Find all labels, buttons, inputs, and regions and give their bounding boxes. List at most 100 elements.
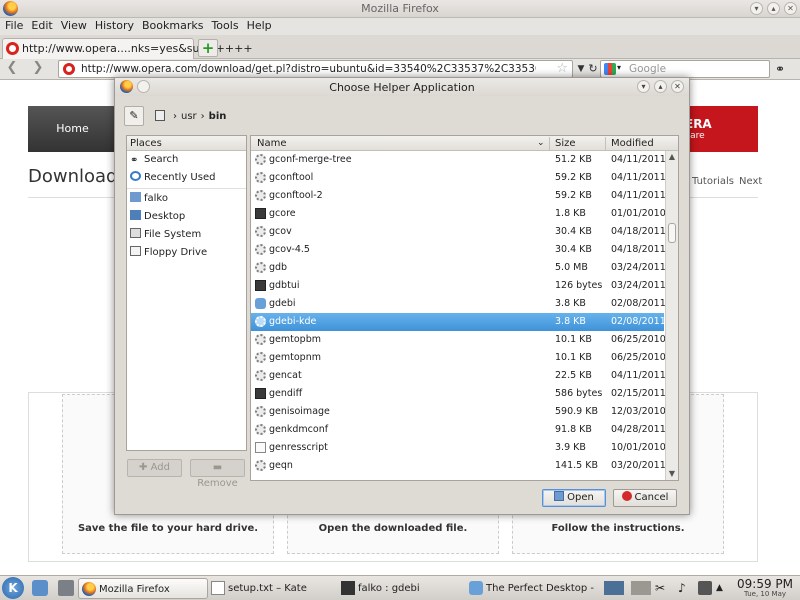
step-text: Save the file to your hard drive. [77, 523, 259, 534]
file-row[interactable]: genkdmconf 91.8 KB 04/28/2011 [251, 421, 666, 439]
search-engine-dropdown-icon[interactable]: ▾ [617, 63, 621, 72]
executable-gear-icon [255, 190, 266, 201]
file-row[interactable]: gemtopnm 10.1 KB 06/25/2010 [251, 349, 666, 367]
menu-file[interactable]: File [1, 18, 27, 32]
show-desktop-icon[interactable] [58, 580, 74, 596]
pager-icon[interactable] [631, 581, 651, 595]
bookmark-star-icon[interactable]: ☆ [556, 61, 568, 76]
column-name[interactable]: Name [257, 136, 287, 151]
forward-arrow-icon[interactable]: ❯ [29, 61, 47, 77]
new-tab-button[interactable]: + [198, 39, 218, 57]
file-list-scrollbar[interactable]: ▲ ▼ [665, 151, 678, 480]
file-row[interactable]: gcore 1.8 KB 01/01/2010 [251, 205, 666, 223]
menu-view[interactable]: View [57, 18, 91, 32]
file-row[interactable]: gdbtui 126 bytes 03/24/2011 [251, 277, 666, 295]
task-kate[interactable]: setup.txt – Kate [208, 578, 336, 599]
file-row[interactable]: gdebi-kde 3.8 KB 02/08/2011 [251, 313, 666, 331]
file-name: gemtopnm [269, 352, 321, 363]
menu-edit[interactable]: Edit [27, 18, 56, 32]
minimize-icon[interactable]: ▾ [750, 2, 763, 15]
remove-place-button[interactable]: ▬ Remove [190, 459, 245, 489]
tab-opera-download[interactable]: http://www.opera....nks=yes&sub=++++ [2, 38, 253, 59]
place-home[interactable]: falko [127, 190, 246, 208]
taskbar: K Mozilla Firefox setup.txt – Kate falko… [0, 575, 800, 600]
file-row[interactable]: gconf-merge-tree 51.2 KB 04/11/2011 [251, 151, 666, 169]
column-size[interactable]: Size [555, 136, 576, 151]
search-icon: ⚭ [130, 155, 139, 166]
folder-icon [554, 491, 565, 501]
column-modified[interactable]: Modified [611, 136, 654, 151]
task-terminal[interactable]: falko : gdebi [338, 578, 466, 599]
site-home-link[interactable]: Home [28, 106, 118, 152]
dialog-close-icon[interactable]: ✕ [671, 80, 684, 93]
place-recently-used[interactable]: Recently Used [127, 169, 246, 187]
task-perfect-desktop[interactable]: The Perfect Desktop - [466, 578, 596, 599]
file-name: gconftool-2 [269, 190, 323, 201]
link-tutorials[interactable]: Tutorials [692, 176, 734, 187]
link-next[interactable]: Next [739, 176, 762, 187]
maximize-icon[interactable]: ▴ [767, 2, 780, 15]
place-floppy-drive[interactable]: Floppy Drive [127, 244, 246, 262]
kde-menu-icon[interactable]: K [2, 577, 24, 599]
terminal-icon [341, 581, 355, 595]
search-go-icon[interactable]: ⚭ [775, 62, 785, 76]
file-row[interactable]: gdebi 3.8 KB 02/08/2011 [251, 295, 666, 313]
dialog-minimize-icon[interactable]: ▾ [637, 80, 650, 93]
file-modified: 04/18/2011 [611, 226, 666, 237]
scissors-icon[interactable]: ✂ [655, 581, 669, 595]
breadcrumb-bin[interactable]: bin [209, 111, 227, 122]
file-row[interactable]: gconftool-2 59.2 KB 04/11/2011 [251, 187, 666, 205]
volume-icon[interactable]: ♪ [678, 581, 692, 595]
network-icon[interactable] [698, 581, 712, 595]
file-row[interactable]: genisoimage 590.9 KB 12/03/2010 [251, 403, 666, 421]
places-header[interactable]: Places [127, 136, 246, 151]
file-name: gconf-merge-tree [269, 154, 352, 165]
file-row[interactable]: gemtopbm 10.1 KB 06/25/2010 [251, 331, 666, 349]
menu-tools[interactable]: Tools [207, 18, 242, 32]
cancel-button[interactable]: Cancel [613, 489, 677, 507]
drive-icon[interactable] [155, 110, 165, 121]
file-row[interactable]: gendiff 586 bytes 02/15/2011 [251, 385, 666, 403]
pager-icon[interactable] [604, 581, 624, 595]
sort-arrow-icon[interactable]: ⌄ [537, 136, 545, 151]
url-text[interactable]: http://www.opera.com/download/get.pl?dis… [81, 63, 536, 75]
file-row[interactable]: gcov 30.4 KB 04/18/2011 [251, 223, 666, 241]
file-modified: 04/18/2011 [611, 244, 666, 255]
search-box[interactable]: ▾ Google [600, 60, 770, 78]
scroll-down-icon[interactable]: ▼ [666, 468, 678, 480]
scrollbar-thumb[interactable] [668, 223, 676, 243]
file-size: 1.8 KB [555, 208, 586, 219]
file-row[interactable]: gconftool 59.2 KB 04/11/2011 [251, 169, 666, 187]
breadcrumb-usr[interactable]: usr [181, 111, 197, 122]
back-arrow-icon[interactable]: ❮ [3, 61, 21, 77]
file-row[interactable]: geqn 141.5 KB 03/20/2011 [251, 457, 666, 475]
place-file-system[interactable]: File System [127, 226, 246, 244]
file-row[interactable]: gcov-4.5 30.4 KB 04/18/2011 [251, 241, 666, 259]
tray-expand-icon[interactable]: ▲ [716, 581, 730, 595]
file-row[interactable]: gencat 22.5 KB 04/11/2011 [251, 367, 666, 385]
scroll-up-icon[interactable]: ▲ [666, 151, 678, 163]
clock[interactable]: 09:59 PM Tue, 10 May [735, 577, 795, 598]
activity-manager-icon[interactable] [32, 580, 48, 596]
file-name: gcore [269, 208, 296, 219]
task-firefox[interactable]: Mozilla Firefox [78, 578, 208, 599]
menu-help[interactable]: Help [243, 18, 276, 32]
file-list-header: Name ⌄ Size Modified [251, 136, 678, 151]
file-row[interactable]: gdb 5.0 MB 03/24/2011 [251, 259, 666, 277]
file-name: gdebi [269, 298, 296, 309]
dialog-maximize-icon[interactable]: ▴ [654, 80, 667, 93]
edit-location-button[interactable]: ✎ [124, 106, 144, 126]
file-size: 3.8 KB [555, 298, 586, 309]
close-icon[interactable]: ✕ [784, 2, 797, 15]
url-bar[interactable]: http://www.opera.com/download/get.pl?dis… [58, 60, 573, 78]
file-name: gencat [269, 370, 302, 381]
file-row[interactable]: genresscript 3.9 KB 10/01/2010 [251, 439, 666, 457]
add-place-button[interactable]: ✚ Add [127, 459, 182, 477]
menu-history[interactable]: History [91, 18, 138, 32]
menu-bookmarks[interactable]: Bookmarks [138, 18, 207, 32]
place-desktop[interactable]: Desktop [127, 208, 246, 226]
reload-icon[interactable]: ↻ [586, 61, 600, 77]
google-search-engine-icon[interactable] [604, 63, 616, 75]
open-button[interactable]: Open [542, 489, 606, 507]
place-search[interactable]: ⚭ Search [127, 151, 246, 169]
